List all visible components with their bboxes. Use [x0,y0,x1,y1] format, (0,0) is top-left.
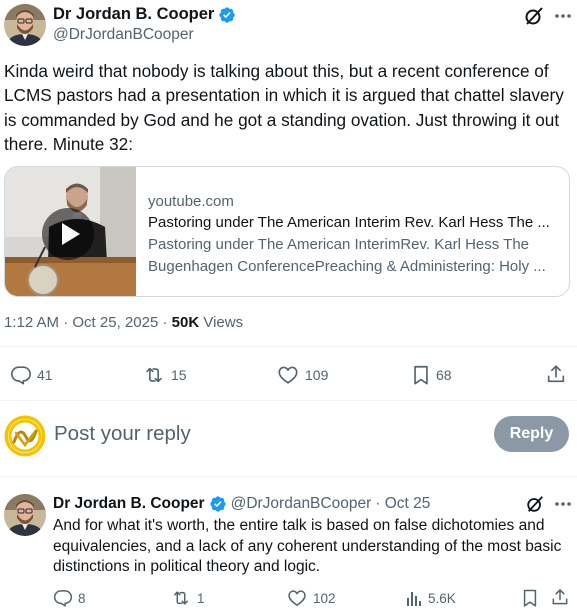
like-action[interactable]: 109 [276,364,328,386]
grok-icon[interactable] [523,5,545,27]
reply-share-action[interactable] [550,587,570,607]
reply-count: 41 [37,367,53,383]
more-icon[interactable] [553,8,573,24]
grok-icon[interactable] [525,494,545,514]
tweet-header: Dr Jordan B. Cooper @DrJordanBCooper [0,0,577,60]
reply-author-name[interactable]: Dr Jordan B. Cooper [53,495,205,513]
share-icon [545,363,567,385]
repost-action[interactable]: 15 [142,364,187,386]
bookmark-count: 68 [436,367,452,383]
like-count: 109 [305,367,329,383]
views-count: 50K [171,314,200,331]
tweet-time[interactable]: 1:12 AM [4,314,59,331]
reply-icon [10,364,32,386]
author-name[interactable]: Dr Jordan B. Cooper [53,5,214,24]
bookmark-icon [411,364,431,386]
card-description-line-1: Pastoring under The American InterimRev.… [148,236,530,253]
author-avatar[interactable] [4,4,46,46]
tweet-date[interactable]: Oct 25, 2025 [72,314,158,331]
reply-date[interactable]: · Oct 25 [375,495,430,513]
reply-like-action[interactable]: 102 [286,588,336,608]
repost-icon [170,588,192,608]
share-icon [550,587,570,607]
reply-reply-count: 8 [78,590,86,606]
tweet-meta: 1:12 AM · Oct 25, 2025 · 50K Views [4,314,243,331]
meta-separator-2: · [158,314,172,331]
reply-bookmark-action[interactable] [521,588,539,608]
reply-action[interactable]: 41 [10,364,53,386]
author-handle[interactable]: @DrJordanBCooper [53,26,194,44]
like-icon [286,588,308,608]
verified-badge-icon[interactable] [218,6,236,24]
reply-like-count: 102 [313,590,336,606]
card-description-line-2: Bugenhagen ConferencePreaching & Adminis… [148,258,546,275]
tweet-text: Kinda weird that nobody is talking about… [4,61,564,154]
share-action[interactable] [545,363,567,385]
reply-text: And for what it's worth, the entire talk… [53,517,562,576]
reply-repost-count: 1 [197,590,205,606]
divider [0,346,577,347]
views-label: Views [199,314,244,331]
reply-author-avatar[interactable] [4,494,46,536]
bookmark-action[interactable]: 68 [411,364,452,386]
video-thumbnail[interactable] [5,167,136,296]
reply-header: Dr Jordan B. Cooper @DrJordanBCooper · O… [53,495,430,513]
reply-repost-action[interactable]: 1 [170,588,205,608]
current-user-avatar[interactable] [4,415,46,457]
bookmark-icon [521,588,539,608]
divider [0,400,577,401]
play-icon[interactable] [41,207,95,261]
link-preview-card[interactable]: youtube.com Pastoring under The American… [4,166,570,297]
divider [0,476,577,477]
card-domain: youtube.com [148,193,234,210]
repost-count: 15 [171,367,187,383]
reply-views-count: 5.6K [428,590,456,606]
reply-views-action[interactable]: 5.6K [405,588,456,608]
reply-input[interactable]: Post your reply [54,422,191,446]
reply-icon [53,588,73,608]
card-description: Pastoring under The American InterimRev.… [148,234,558,278]
card-title: Pastoring under The American Interim Rev… [148,214,550,231]
verified-badge-icon[interactable] [209,495,227,513]
reply-button[interactable]: Reply [494,416,569,452]
like-icon [276,364,300,386]
meta-separator: · [59,314,73,331]
reply-composer: Post your reply Reply [0,402,577,472]
reply-tweet[interactable]: Dr Jordan B. Cooper @DrJordanBCooper · O… [0,486,577,614]
more-icon[interactable] [553,497,573,511]
author-name-line: Dr Jordan B. Cooper [53,5,236,24]
reply-author-handle[interactable]: @DrJordanBCooper [231,495,372,513]
reply-reply-action[interactable]: 8 [53,588,86,608]
repost-icon [142,364,166,386]
views-icon [405,588,423,608]
card-body[interactable]: youtube.com Pastoring under The American… [136,167,569,296]
